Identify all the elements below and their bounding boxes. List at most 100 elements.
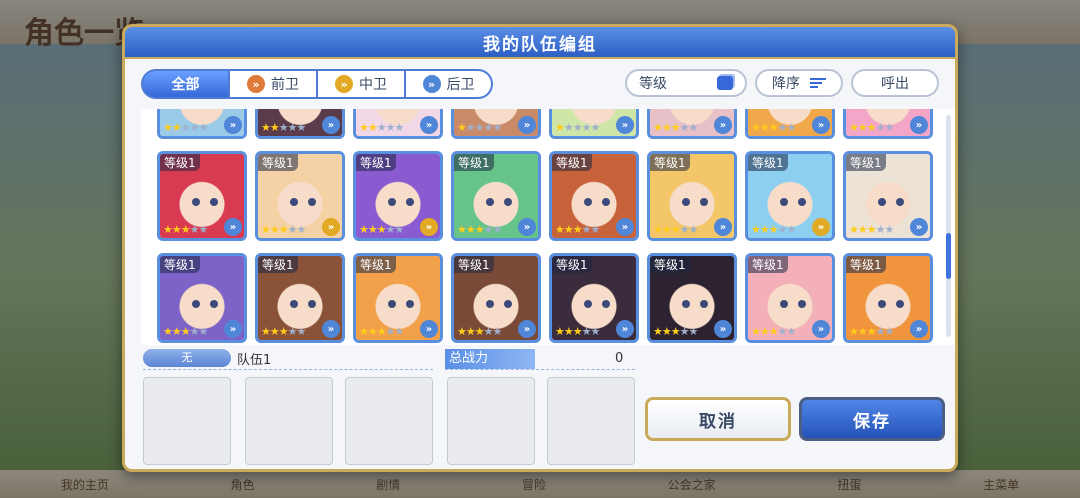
character-card[interactable]: ★★★★★» [157,109,247,139]
tab-back[interactable]: » 后卫 [405,69,493,99]
character-card[interactable]: ★★★★★» [255,109,345,139]
character-eye [504,198,512,206]
character-card[interactable]: 等级1 ★★★★★» [843,151,933,241]
star-icon: ★ [786,223,797,236]
character-eye [388,300,396,308]
star-icon: ★ [679,223,690,236]
character-eye [798,300,806,308]
team-slot[interactable] [447,377,535,465]
star-icon: ★ [590,223,601,236]
middle-role-icon: » [812,218,830,236]
character-grid[interactable]: ★★★★★» ★★★★★» ★★★★★» ★★★★★» ★★★★★» ★★★★★» ★★★★… [141,109,955,345]
rarity-stars: ★★★★★ [457,223,502,236]
character-card[interactable]: 等级1 ★★★★★» [745,253,835,343]
back-role-icon: » [714,320,732,338]
sort-field-button[interactable]: 等级 [625,69,747,97]
character-card[interactable]: 等级1 ★★★★★» [451,253,541,343]
team-slot[interactable] [547,377,635,465]
character-eye [798,198,806,206]
character-card[interactable]: ★★★★★» [843,109,933,139]
star-icon: ★ [572,325,583,338]
character-eye [406,198,414,206]
tab-all[interactable]: 全部 [141,69,229,99]
rarity-stars: ★★★★★ [163,325,208,338]
character-eye [584,198,592,206]
star-icon: ★ [688,223,699,236]
back-role-icon: » [714,116,732,134]
star-icon: ★ [474,325,485,338]
save-button[interactable]: 保存 [799,397,945,441]
character-card[interactable]: 等级1 ★★★★★» [157,151,247,241]
star-icon: ★ [759,121,770,134]
tab-front[interactable]: » 前卫 [229,69,317,99]
star-icon: ★ [296,325,307,338]
cancel-label: 取消 [699,411,737,432]
star-icon: ★ [359,121,369,134]
character-eye [700,300,708,308]
star-icon: ★ [555,121,565,134]
character-card[interactable]: ★★★★★» [745,109,835,139]
team-edit-dialog: 我的队伍编组 全部 » 前卫 » 中卫 » 后卫 等级 降序 呼出 ★★★★★ … [122,24,958,472]
star-icon: ★ [590,325,601,338]
character-card[interactable]: 等级1 ★★★★★» [157,253,247,343]
character-eye [896,198,904,206]
character-card[interactable]: 等级1 ★★★★★» [549,151,639,241]
character-level: 等级1 [552,256,592,273]
character-level: 等级1 [356,256,396,273]
star-icon: ★ [385,325,396,338]
star-icon: ★ [180,121,191,134]
character-card[interactable]: ★★★★★» [451,109,541,139]
character-card[interactable]: 等级1 ★★★★★» [255,151,345,241]
character-level: 等级1 [650,256,690,273]
character-card[interactable]: 等级1 ★★★★★» [353,151,443,241]
character-eye [780,198,788,206]
character-eye [504,300,512,308]
character-card[interactable]: 等级1 ★★★★★» [647,253,737,343]
character-eye [682,300,690,308]
rarity-stars: ★★★★★ [751,223,797,236]
team-slot[interactable] [143,377,231,465]
character-eye [780,300,788,308]
character-level: 等级1 [748,154,788,171]
back-role-icon: » [322,320,340,338]
character-level: 等级1 [650,154,690,171]
star-icon: ★ [563,325,574,338]
character-card[interactable]: 等级1 ★★★★★» [843,253,933,343]
star-icon: ★ [465,223,476,236]
character-card[interactable]: 等级1 ★★★★★» [451,151,541,241]
middle-role-icon: » [322,218,340,236]
tab-middle[interactable]: » 中卫 [317,69,405,99]
sort-order-button[interactable]: 降序 [755,69,843,97]
star-icon: ★ [768,223,779,236]
star-icon: ★ [474,121,485,134]
character-card[interactable]: ★★★★★» [353,109,443,139]
back-role-icon: » [616,218,634,236]
star-icon: ★ [653,325,663,338]
back-role-icon: » [910,218,928,236]
character-card[interactable]: ★★★★★» [647,109,737,139]
star-icon: ★ [474,223,485,236]
rarity-stars: ★★★★★ [359,325,404,338]
rarity-stars: ★★★★★ [751,121,796,134]
character-card[interactable]: 等级1 ★★★★★» [255,253,345,343]
star-icon: ★ [394,223,405,236]
character-card[interactable]: 等级1 ★★★★★» [647,151,737,241]
star-icon: ★ [572,121,583,134]
star-icon: ★ [555,325,565,338]
star-icon: ★ [661,121,672,134]
star-icon: ★ [287,121,298,134]
grid-scrollbar[interactable] [946,115,951,337]
star-icon: ★ [786,325,797,338]
cancel-button[interactable]: 取消 [645,397,791,441]
back-role-icon: » [616,116,634,134]
character-card[interactable]: ★★★★★» [549,109,639,139]
team-slot[interactable] [345,377,433,465]
character-level: 等级1 [356,154,396,171]
character-card[interactable]: 等级1 ★★★★★» [745,151,835,241]
character-card[interactable]: 等级1 ★★★★★» [549,253,639,343]
scrollbar-thumb[interactable] [946,233,951,279]
tab-front-label: 前卫 [271,77,299,93]
character-card[interactable]: 等级1 ★★★★★» [353,253,443,343]
team-slot[interactable] [245,377,333,465]
call-button[interactable]: 呼出 [851,69,939,97]
